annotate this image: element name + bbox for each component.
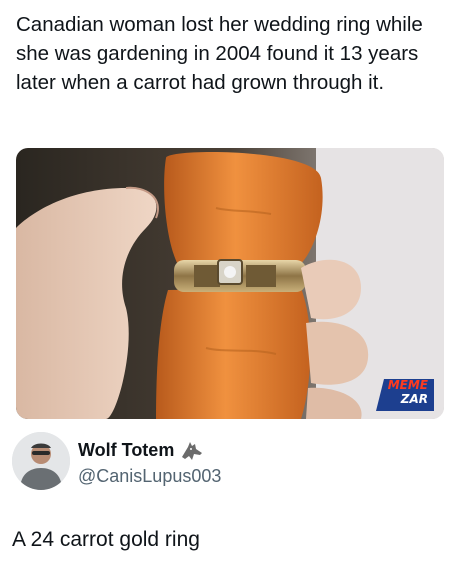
reply-author: Wolf Totem @CanisLupus003 [12, 432, 448, 492]
wolf-icon [180, 441, 204, 461]
reply-text: A 24 carrot gold ring [12, 528, 200, 551]
post-caption: Canadian woman lost her wedding ring whi… [16, 13, 423, 94]
watermark-line1: MEME [387, 378, 428, 392]
avatar[interactable] [12, 432, 70, 490]
post-image[interactable]: MEME ZAR [16, 148, 444, 419]
display-name[interactable]: Wolf Totem [78, 440, 174, 461]
watermark-line2: ZAR [400, 392, 428, 406]
user-handle[interactable]: @CanisLupus003 [78, 466, 221, 487]
memezar-watermark: MEME ZAR [376, 377, 434, 411]
